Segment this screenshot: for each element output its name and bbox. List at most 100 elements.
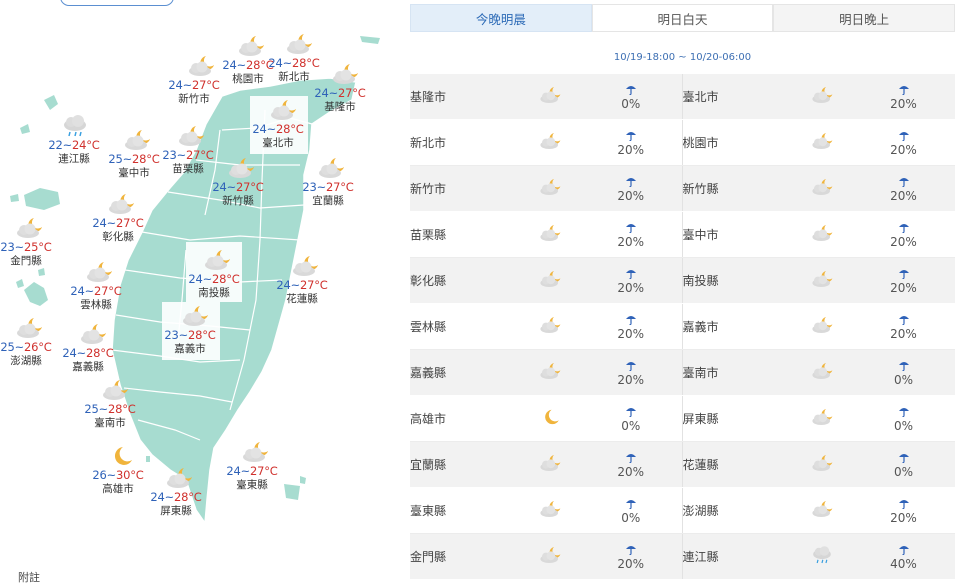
rain-probability: 20% bbox=[617, 142, 645, 157]
rain-probability: 20% bbox=[617, 234, 645, 249]
city-name[interactable]: 宜蘭縣 bbox=[410, 441, 520, 488]
city-label[interactable]: 24~28°C 臺北市 bbox=[248, 122, 308, 150]
tab-tonight[interactable]: 今晚明晨 bbox=[410, 4, 592, 32]
partly-cloudy-night-icon bbox=[810, 131, 834, 151]
temperature-range: 24~27°C bbox=[208, 180, 268, 194]
city-name[interactable]: 南投縣 bbox=[681, 257, 792, 304]
city-name[interactable]: 新北市 bbox=[410, 119, 520, 166]
penghu-island-3 bbox=[38, 268, 45, 276]
city-label[interactable]: 24~27°C 臺東縣 bbox=[222, 464, 282, 492]
city-name[interactable]: 基隆市 bbox=[410, 74, 520, 120]
time-range: 10/19-18:00 ~ 10/20-06:00 bbox=[613, 52, 752, 63]
city-label[interactable]: 23~27°C 苗栗縣 bbox=[158, 148, 218, 176]
temp-low: 24 bbox=[276, 278, 291, 292]
city-label[interactable]: 24~28°C 南投縣 bbox=[184, 272, 244, 300]
city-name[interactable]: 臺東縣 bbox=[410, 487, 520, 534]
temp-high: 28°C bbox=[276, 122, 304, 136]
city-name[interactable]: 嘉義市 bbox=[681, 303, 792, 350]
temp-separator: ~ bbox=[76, 346, 87, 360]
city-label[interactable]: 22~24°C 連江縣 bbox=[44, 138, 104, 166]
city-name: 新竹市 bbox=[178, 93, 210, 105]
city-name[interactable]: 臺北市 bbox=[681, 74, 792, 120]
liuqiu-island bbox=[146, 456, 150, 462]
city-label[interactable]: 24~27°C 新竹市 bbox=[164, 78, 224, 106]
city-label[interactable]: 24~28°C 嘉義縣 bbox=[58, 346, 118, 374]
partly-cloudy-night-icon bbox=[14, 316, 44, 340]
umbrella-icon bbox=[580, 175, 682, 187]
city-label[interactable]: 26~30°C 高雄市 bbox=[88, 468, 148, 496]
rain-probability-cell: 20% bbox=[852, 487, 955, 534]
cloudy-rain-icon bbox=[60, 114, 90, 138]
temp-separator: ~ bbox=[282, 56, 293, 70]
temp-separator: ~ bbox=[178, 328, 189, 342]
rain-probability-cell: 20% bbox=[852, 119, 955, 166]
temp-separator: ~ bbox=[106, 216, 117, 230]
temp-low: 26 bbox=[92, 468, 107, 482]
city-name[interactable]: 雲林縣 bbox=[410, 303, 520, 350]
temp-high: 28°C bbox=[108, 402, 136, 416]
city-label[interactable]: 24~28°C 屏東縣 bbox=[146, 490, 206, 518]
weather-cell bbox=[792, 211, 852, 258]
cloudy-rain-icon bbox=[810, 545, 834, 565]
rain-probability: 20% bbox=[617, 556, 645, 571]
city-name[interactable]: 屏東縣 bbox=[681, 395, 792, 442]
partly-cloudy-night-icon bbox=[100, 378, 130, 402]
temp-low: 24 bbox=[314, 86, 329, 100]
footnote[interactable]: 附註 bbox=[18, 569, 40, 585]
umbrella-icon bbox=[852, 543, 955, 555]
tab-tomorrow-day[interactable]: 明日白天 bbox=[591, 4, 774, 32]
temperature-range: 24~27°C bbox=[88, 216, 148, 230]
umbrella-icon bbox=[580, 83, 682, 95]
partly-cloudy-night-icon bbox=[538, 453, 562, 473]
partly-cloudy-night-icon bbox=[180, 304, 210, 328]
city-label[interactable]: 23~27°C 宜蘭縣 bbox=[298, 180, 358, 208]
city-label[interactable]: 24~28°C 桃園市 bbox=[218, 58, 278, 86]
city-name[interactable]: 新竹市 bbox=[410, 165, 520, 212]
forecast-row: 金門縣 20% 連江縣 40% bbox=[410, 533, 955, 580]
city-label[interactable]: 23~28°C 嘉義市 bbox=[160, 328, 220, 356]
city-name[interactable]: 花蓮縣 bbox=[681, 441, 792, 488]
city-name[interactable]: 臺中市 bbox=[681, 211, 792, 258]
partly-cloudy-night-icon bbox=[810, 315, 834, 335]
city-name[interactable]: 苗栗縣 bbox=[410, 211, 520, 258]
city-name[interactable]: 金門縣 bbox=[410, 533, 520, 580]
city-name[interactable]: 澎湖縣 bbox=[681, 487, 792, 534]
city-name[interactable]: 嘉義縣 bbox=[410, 349, 520, 396]
city-label[interactable]: 25~26°C 澎湖縣 bbox=[0, 340, 56, 368]
weather-cell bbox=[792, 257, 852, 304]
city-name[interactable]: 連江縣 bbox=[681, 533, 792, 580]
city-name[interactable]: 臺南市 bbox=[681, 349, 792, 396]
city-label[interactable]: 25~28°C 臺南市 bbox=[80, 402, 140, 430]
rain-probability: 20% bbox=[890, 326, 917, 341]
rain-probability: 20% bbox=[890, 142, 917, 157]
temp-separator: ~ bbox=[62, 138, 73, 152]
weather-cell bbox=[520, 349, 580, 396]
rain-probability-cell: 20% bbox=[580, 441, 682, 488]
temp-low: 24 bbox=[92, 216, 107, 230]
weather-cell bbox=[520, 441, 580, 488]
weather-cell bbox=[520, 303, 580, 350]
city-name[interactable]: 桃園市 bbox=[681, 119, 792, 166]
city-name: 嘉義縣 bbox=[72, 361, 104, 373]
forecast-row: 臺東縣 0% 澎湖縣 20% bbox=[410, 487, 955, 534]
city-label[interactable]: 25~28°C 臺中市 bbox=[104, 152, 164, 180]
weather-map: 24~27°C 基隆市 24~28°C 新北市 24~28°C 桃園市 24~27°C… bbox=[0, 0, 400, 585]
city-name[interactable]: 彰化縣 bbox=[410, 257, 520, 304]
city-label[interactable]: 24~27°C 基隆市 bbox=[310, 86, 370, 114]
partly-cloudy-night-icon bbox=[810, 499, 834, 519]
tab-tomorrow-night[interactable]: 明日晚上 bbox=[773, 4, 956, 32]
city-label[interactable]: 24~27°C 新竹縣 bbox=[208, 180, 268, 208]
city-label[interactable]: 24~27°C 花蓮縣 bbox=[272, 278, 332, 306]
temperature-range: 24~28°C bbox=[218, 58, 278, 72]
city-label[interactable]: 24~27°C 彰化縣 bbox=[88, 216, 148, 244]
city-label[interactable]: 24~27°C 雲林縣 bbox=[66, 284, 126, 312]
city-label[interactable]: 23~25°C 金門縣 bbox=[0, 240, 56, 268]
umbrella-icon bbox=[852, 313, 955, 325]
partly-cloudy-night-icon bbox=[538, 85, 562, 105]
city-name[interactable]: 新竹縣 bbox=[681, 165, 792, 212]
partly-cloudy-night-icon bbox=[538, 223, 562, 243]
temp-low: 25 bbox=[0, 340, 15, 354]
umbrella-icon bbox=[580, 129, 682, 141]
city-name[interactable]: 高雄市 bbox=[410, 395, 520, 442]
city-name: 金門縣 bbox=[10, 255, 42, 267]
